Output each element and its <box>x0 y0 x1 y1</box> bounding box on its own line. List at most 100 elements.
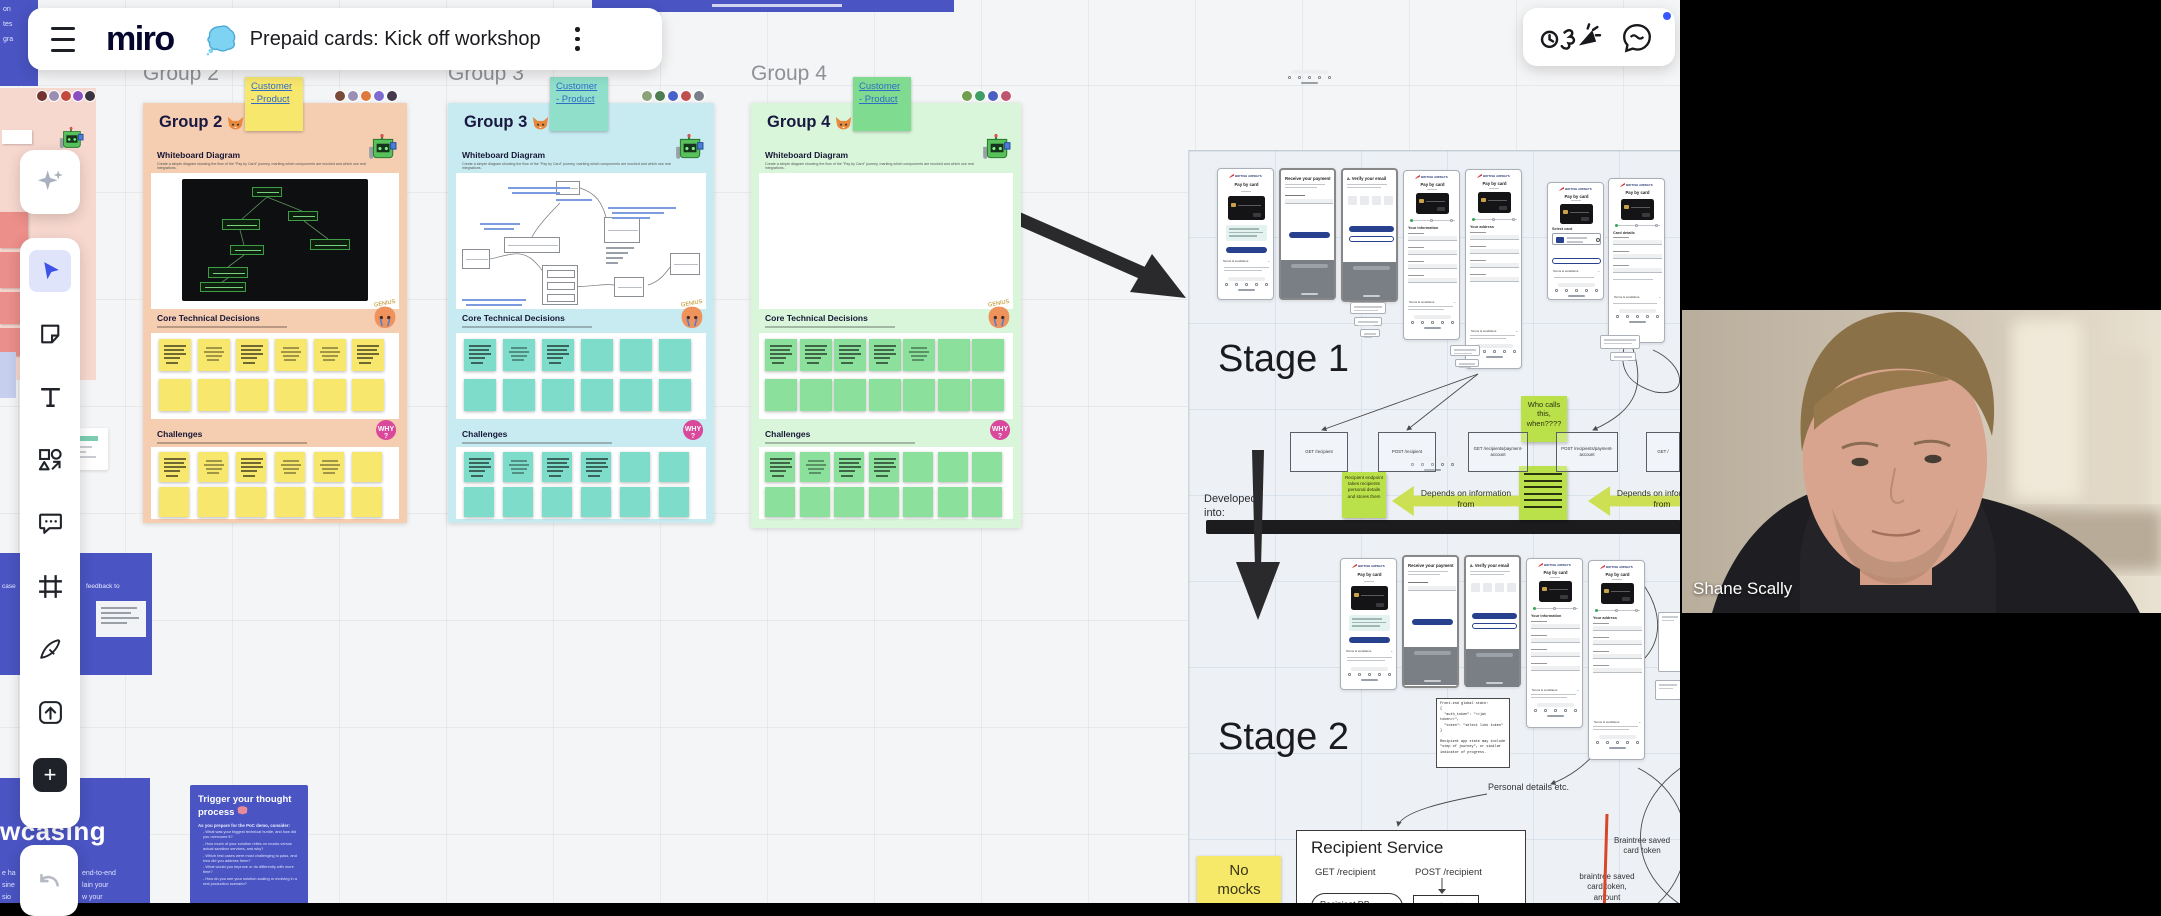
sticky-note[interactable] <box>620 339 652 371</box>
dark-flowchart[interactable] <box>182 179 368 301</box>
sticky-note[interactable] <box>236 452 266 482</box>
whiteboard-panel[interactable] <box>456 173 706 309</box>
input-field[interactable] <box>1470 263 1519 268</box>
primary-button[interactable] <box>1226 247 1267 253</box>
tool-more-tools-button[interactable]: + <box>29 754 71 796</box>
input-field[interactable] <box>1593 640 1642 645</box>
floating-ui-chip[interactable] <box>1360 329 1380 337</box>
phone-mockup-stage2-4[interactable]: BRITISH AIRWAYSPay by cardYour informati… <box>1526 558 1583 728</box>
sticky-note[interactable] <box>903 487 933 517</box>
board-title[interactable]: Prepaid cards: Kick off workshop <box>250 28 541 51</box>
sticky-note[interactable] <box>620 452 650 482</box>
sticky-note[interactable] <box>800 487 830 517</box>
sticky-note[interactable] <box>314 452 344 482</box>
sticky-note[interactable] <box>869 452 899 482</box>
sticky-note[interactable] <box>869 339 901 371</box>
cutoff-shape[interactable] <box>0 352 16 398</box>
board-group-4[interactable]: Group 4Whiteboard DiagramCreate a simple… <box>751 103 1021 528</box>
sticky-note[interactable] <box>972 379 1004 411</box>
input-field[interactable] <box>1531 666 1580 671</box>
sticky-note[interactable] <box>620 379 652 411</box>
phone-mockup-stage2-5[interactable]: BRITISH AIRWAYSPay by cardYour addressTe… <box>1588 560 1645 760</box>
sticky-note[interactable] <box>96 601 146 637</box>
chat-icon[interactable] <box>1621 22 1653 54</box>
floating-ui-chip[interactable] <box>1350 302 1386 314</box>
phone-mockup-stage1-7[interactable]: BRITISH AIRWAYSPay by cardCard detailsTe… <box>1608 178 1665 343</box>
sticky-note[interactable] <box>800 379 832 411</box>
sticky-note[interactable] <box>972 452 1002 482</box>
floating-ui-chip[interactable] <box>1610 352 1636 361</box>
input-field[interactable] <box>1613 268 1662 273</box>
note-link[interactable]: - Product <box>859 94 911 107</box>
input-field[interactable] <box>1531 624 1580 629</box>
tool-shapes-button[interactable] <box>29 439 71 481</box>
sticky-note[interactable] <box>659 487 689 517</box>
phone-mockup-stage1-3[interactable]: a. Verify your email <box>1341 168 1398 302</box>
sticky-note[interactable] <box>275 339 307 371</box>
sticky-note[interactable] <box>503 452 533 482</box>
sticky-note[interactable] <box>765 379 797 411</box>
sticky-note[interactable] <box>581 452 611 482</box>
sticky-note[interactable] <box>903 379 935 411</box>
sticky-note[interactable] <box>903 339 935 371</box>
input-field[interactable] <box>1408 586 1456 591</box>
sticky-note[interactable] <box>542 379 574 411</box>
input-field[interactable] <box>1531 638 1580 643</box>
input-field[interactable] <box>1470 277 1519 282</box>
input-field[interactable] <box>1408 264 1457 269</box>
sticky-note[interactable] <box>464 487 494 517</box>
sticky-note[interactable] <box>869 487 899 517</box>
secondary-button[interactable] <box>1349 236 1394 242</box>
sticky-note[interactable] <box>275 452 305 482</box>
ai-assist-button[interactable] <box>29 161 71 203</box>
sticky-note[interactable] <box>503 339 535 371</box>
sticky-note[interactable] <box>938 487 968 517</box>
input-field[interactable] <box>1593 654 1642 659</box>
sticky-note[interactable] <box>581 379 613 411</box>
sticky-note[interactable] <box>542 339 574 371</box>
sticky-note[interactable] <box>275 379 307 411</box>
corner-note-group-3[interactable]: Customer- Product <box>550 77 608 131</box>
primary-button[interactable] <box>1349 226 1394 232</box>
sticky-note[interactable] <box>869 379 901 411</box>
sticky-note[interactable] <box>503 379 535 411</box>
tool-sticky-note-button[interactable] <box>29 313 71 355</box>
phone-mockup-stage1-1[interactable]: BRITISH AIRWAYSPay by cardTerms & condit… <box>1217 168 1274 300</box>
arrow-to-stage2[interactable] <box>1228 450 1288 622</box>
sticky-note[interactable] <box>198 339 230 371</box>
depends-arrow-right[interactable]: Depends on information from <box>1588 486 1680 516</box>
floating-ui-chip[interactable] <box>1450 345 1480 356</box>
miro-canvas[interactable]: Stage 1 Stage 2 Developed into: Personal… <box>0 0 1680 903</box>
sticky-note[interactable] <box>464 339 496 371</box>
note-link[interactable]: - Product <box>251 94 303 107</box>
sticky-note[interactable] <box>236 339 268 371</box>
note-link[interactable]: - Product <box>556 94 608 107</box>
sticky-note[interactable] <box>834 379 866 411</box>
input-field[interactable] <box>1531 652 1580 657</box>
sticky-note[interactable] <box>352 379 384 411</box>
participant-video[interactable]: Shane Scally <box>1682 310 2161 613</box>
phone-mockup-stage1-5[interactable]: BRITISH AIRWAYSPay by cardYour addressTe… <box>1465 169 1522 369</box>
tool-comment-button[interactable] <box>29 502 71 544</box>
tool-upload-button[interactable] <box>29 691 71 733</box>
api-box[interactable]: GET /recipients/payment-account <box>1468 432 1528 472</box>
floating-ui-chip[interactable] <box>1600 335 1640 349</box>
sticky-note[interactable] <box>581 339 613 371</box>
input-field[interactable] <box>1285 199 1333 204</box>
secondary-button[interactable] <box>1472 623 1517 629</box>
api-box[interactable]: POST /recipient <box>1378 432 1436 472</box>
phone-mockup-stage1-2[interactable]: Receive your payment <box>1279 168 1336 300</box>
tool-pen-button[interactable] <box>29 628 71 670</box>
sticky-note[interactable] <box>159 339 191 371</box>
sticky-note[interactable] <box>800 339 832 371</box>
api-box[interactable]: GET /recipient <box>1290 432 1348 472</box>
sticky-note[interactable] <box>903 452 933 482</box>
sticky-note[interactable] <box>2 130 32 144</box>
sticky-note[interactable] <box>542 452 572 482</box>
sticky-note[interactable] <box>765 339 797 371</box>
sticky-note[interactable] <box>198 452 228 482</box>
sticky-note[interactable] <box>659 452 689 482</box>
sticky-note[interactable] <box>159 487 189 517</box>
input-field[interactable] <box>1408 236 1457 241</box>
primary-button[interactable] <box>1349 637 1390 643</box>
